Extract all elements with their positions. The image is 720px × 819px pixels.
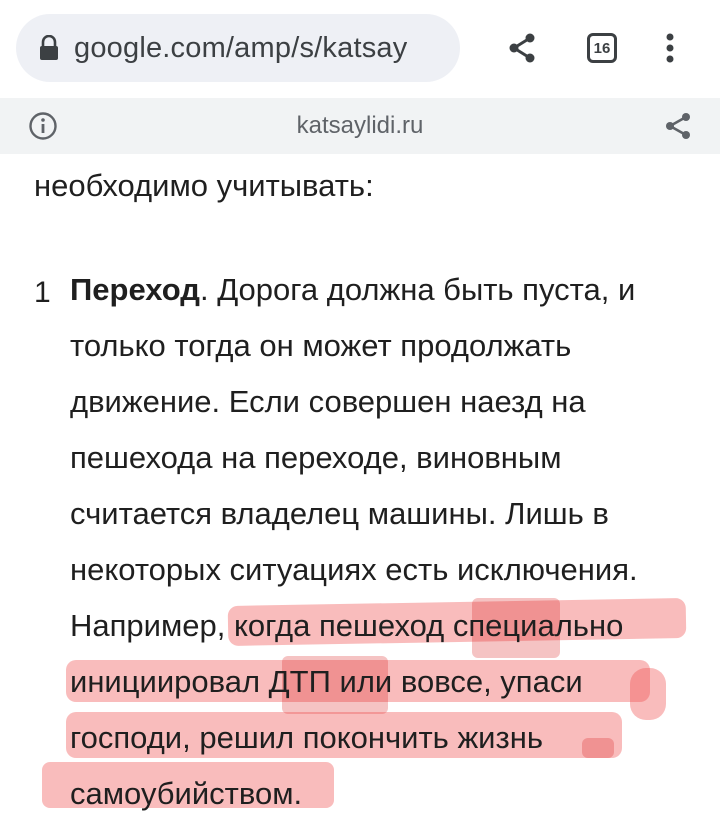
tabs-icon: 16 — [587, 33, 617, 63]
text-span: . Дорога должна быть пуста, и — [199, 272, 636, 307]
text-line: считается владелец машины. Лишь в — [70, 496, 609, 531]
share-icon — [509, 33, 535, 63]
share-button[interactable] — [500, 26, 544, 70]
text-line: движение. Если совершен наезд на — [70, 384, 586, 419]
text-line: Переход. Дорога должна быть пуста, и — [70, 270, 635, 310]
text-line: пешехода на переходе, виновным — [70, 440, 562, 475]
text-line: самоубийством. — [70, 776, 303, 811]
tab-count: 16 — [593, 39, 611, 57]
lock-icon — [40, 35, 58, 60]
highlight-mark — [630, 668, 666, 720]
list-number: 1 — [34, 276, 51, 309]
tab-switcher-button[interactable]: 16 — [580, 26, 624, 70]
amp-domain: katsaylidi.ru — [296, 112, 424, 139]
share-icon[interactable] — [662, 110, 694, 142]
overflow-menu-button[interactable] — [648, 26, 692, 70]
more-vert-icon — [666, 33, 674, 63]
item-title: Переход — [70, 272, 200, 307]
browser-toolbar: google.com/amp/s/katsay 16 — [0, 0, 720, 96]
amp-header: katsaylidi.ru — [0, 98, 720, 154]
text-line: только тогда он может продолжать — [70, 328, 572, 363]
text-line: инициировал ДТП или вовсе, упаси — [70, 664, 583, 699]
address-bar[interactable]: google.com/amp/s/katsay — [16, 14, 460, 82]
text-line: некоторых ситуациях есть исключения. — [70, 552, 638, 587]
text-line: господи, решил покончить жизнь — [70, 720, 543, 755]
text-line: Например, когда пешеход специально — [70, 608, 624, 643]
url-text: google.com/amp/s/katsay — [74, 31, 408, 64]
highlight-mark — [582, 738, 614, 758]
intro-text: необходимо учитывать: — [34, 168, 374, 203]
